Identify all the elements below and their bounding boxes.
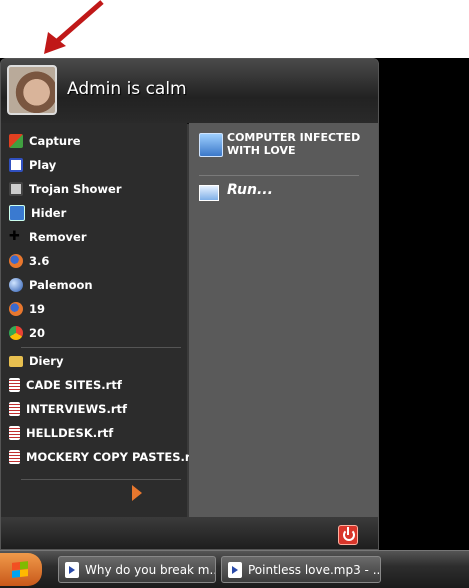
recent-label: HELLDESK.rtf xyxy=(26,426,114,440)
hider-icon xyxy=(9,205,25,221)
firefox-icon xyxy=(9,302,23,316)
media-player-icon xyxy=(228,561,242,578)
menu-header: Admin is calm xyxy=(1,59,378,124)
program-item-play[interactable]: Play xyxy=(9,155,56,175)
recent-label: Diery xyxy=(29,354,64,368)
menu-separator xyxy=(21,347,181,348)
play-icon xyxy=(9,158,23,172)
program-item-trojan-shower[interactable]: Trojan Shower xyxy=(9,179,122,199)
place-computer-line1: COMPUTER INFECTED xyxy=(227,131,361,144)
cursor-icon: ✚ xyxy=(9,229,20,244)
recent-item-helldesk[interactable]: HELLDESK.rtf xyxy=(9,423,113,443)
user-name: Admin is calm xyxy=(67,79,187,99)
computer-icon xyxy=(199,133,223,157)
start-button[interactable] xyxy=(0,553,42,586)
taskbar-button-label: Pointless love.mp3 - ... xyxy=(248,562,381,577)
taskbar: Why do you break m... Pointless love.mp3… xyxy=(0,550,469,588)
place-computer[interactable]: COMPUTER INFECTED WITH LOVE xyxy=(227,131,360,157)
program-label: Capture xyxy=(29,134,81,148)
program-label: Hider xyxy=(31,206,67,220)
places-pane: COMPUTER INFECTED WITH LOVE Run... xyxy=(189,123,378,517)
program-label: Play xyxy=(29,158,57,172)
computer-icon xyxy=(9,182,23,196)
program-item-palemoon[interactable]: Palemoon xyxy=(9,275,93,295)
menu-separator xyxy=(199,175,359,176)
user-avatar[interactable] xyxy=(7,65,57,115)
program-item-firefox-19[interactable]: 19 xyxy=(9,299,45,319)
recent-item-diery[interactable]: Diery xyxy=(9,351,63,371)
recent-item-mockery-copy-pastes[interactable]: MOCKERY COPY PASTES.rtf xyxy=(9,447,201,467)
document-icon xyxy=(9,426,20,440)
taskbar-button[interactable]: Why do you break m... xyxy=(58,556,216,583)
program-label: 19 xyxy=(29,302,46,316)
program-label: Trojan Shower xyxy=(29,182,122,196)
program-item-chrome-20[interactable]: 20 xyxy=(9,323,45,343)
power-button[interactable] xyxy=(338,525,358,545)
program-item-firefox-3-6[interactable]: 3.6 xyxy=(9,251,49,271)
folder-icon xyxy=(9,355,23,367)
red-arrow-annotation xyxy=(44,0,104,54)
all-programs-arrow-icon[interactable] xyxy=(132,485,142,501)
program-label: Palemoon xyxy=(29,278,93,292)
program-item-capture[interactable]: Capture xyxy=(9,131,81,151)
document-icon xyxy=(9,378,20,392)
programs-pane: Capture Play Trojan Shower Hider ✚ Remov… xyxy=(1,123,201,517)
menu-footer xyxy=(1,517,378,549)
firefox-icon xyxy=(9,254,23,268)
recent-label: CADE SITES.rtf xyxy=(26,378,122,392)
document-icon xyxy=(9,402,20,416)
program-label: 3.6 xyxy=(29,254,50,268)
palemoon-icon xyxy=(9,278,23,292)
run-icon xyxy=(199,185,219,201)
program-label: 20 xyxy=(29,326,46,340)
recent-label: INTERVIEWS.rtf xyxy=(26,402,128,416)
taskbar-button[interactable]: Pointless love.mp3 - ... xyxy=(221,556,381,583)
place-computer-line2: WITH LOVE xyxy=(227,144,296,157)
capture-icon xyxy=(9,134,23,148)
document-icon xyxy=(9,450,20,464)
windows-logo-icon xyxy=(12,561,28,578)
media-player-icon xyxy=(65,561,79,578)
run-item[interactable]: Run... xyxy=(227,182,273,198)
chrome-icon xyxy=(9,326,23,340)
program-label: Remover xyxy=(29,230,87,244)
program-item-hider[interactable]: Hider xyxy=(9,203,66,223)
taskbar-button-label: Why do you break m... xyxy=(85,562,216,577)
recent-label: MOCKERY COPY PASTES.rtf xyxy=(26,450,202,464)
recent-item-cade-sites[interactable]: CADE SITES.rtf xyxy=(9,375,122,395)
menu-separator xyxy=(21,479,181,480)
recent-item-interviews[interactable]: INTERVIEWS.rtf xyxy=(9,399,127,419)
program-item-remover[interactable]: ✚ Remover xyxy=(9,227,87,247)
start-menu: Admin is calm Capture Play Trojan Shower… xyxy=(0,58,379,550)
